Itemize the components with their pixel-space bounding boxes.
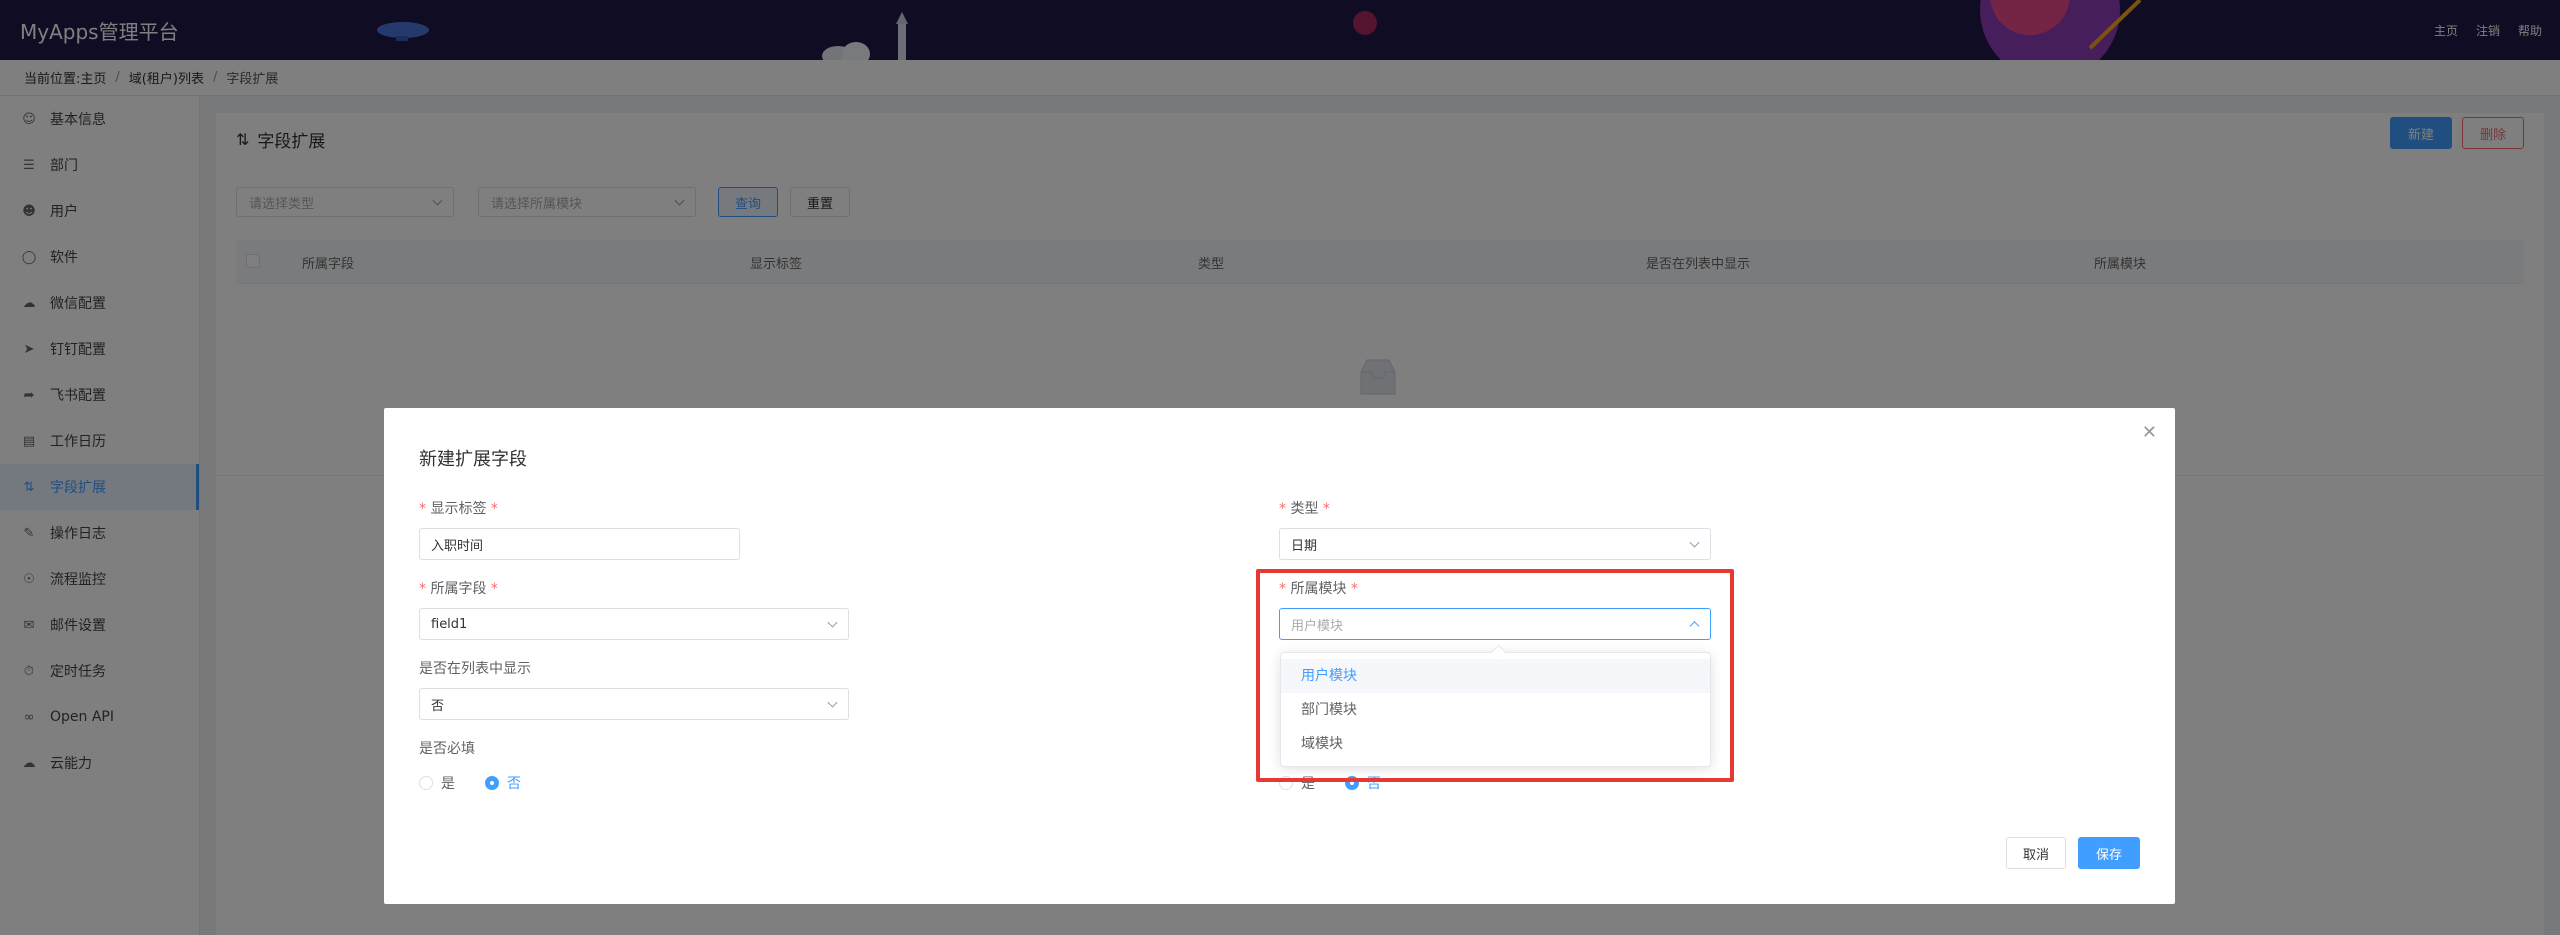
right-no-radio[interactable]: 否: [1345, 773, 1381, 793]
radio-label: 否: [1367, 776, 1381, 792]
required-star: *: [419, 501, 431, 517]
module-label-text: 所属模块: [1290, 581, 1347, 597]
chevron-up-icon: [1689, 621, 1700, 632]
chevron-down-icon: [827, 617, 838, 628]
display-label-value: 入职时间: [431, 538, 484, 554]
chevron-down-icon: [827, 697, 838, 708]
save-button[interactable]: 保存: [2078, 837, 2140, 869]
radio-label: 否: [507, 776, 521, 792]
right-radio-group: 是 否: [1279, 773, 1411, 793]
dropdown-option-domain-module[interactable]: 域模块: [1281, 727, 1710, 761]
required-label: 是否必填: [419, 741, 475, 757]
required-star: *: [486, 501, 498, 517]
required-star: *: [1346, 581, 1358, 597]
field-select[interactable]: field1: [419, 608, 849, 640]
field-select-value: field1: [431, 616, 468, 632]
radio-circle: [1279, 776, 1293, 790]
cancel-button[interactable]: 取消: [2006, 837, 2066, 869]
show-in-list-value: 否: [431, 698, 445, 714]
module-select-placeholder: 用户模块: [1291, 618, 1344, 634]
required-star: *: [1279, 581, 1291, 597]
radio-circle: [1345, 776, 1359, 790]
show-in-list-label: 是否在列表中显示: [419, 661, 531, 677]
radio-label: 是: [441, 776, 455, 792]
field-label: * 所属字段 *: [419, 578, 498, 598]
field-label-text: 所属字段: [430, 581, 487, 597]
radio-label: 是: [1301, 776, 1315, 792]
required-star: *: [1279, 501, 1291, 517]
type-label: * 类型 *: [1279, 498, 1330, 518]
required-star: *: [1318, 501, 1330, 517]
dropdown-option-user-module[interactable]: 用户模块: [1281, 659, 1710, 693]
required-star: *: [486, 581, 498, 597]
type-select-value: 日期: [1291, 538, 1318, 554]
required-radio-group: 是 否: [419, 773, 551, 793]
display-label-label: * 显示标签 *: [419, 498, 498, 518]
radio-circle: [485, 776, 499, 790]
radio-circle: [419, 776, 433, 790]
dialog-title: 新建扩展字段: [419, 449, 527, 470]
type-label-text: 类型: [1290, 501, 1319, 517]
required-star: *: [419, 581, 431, 597]
required-yes-radio[interactable]: 是: [419, 773, 455, 793]
right-yes-radio[interactable]: 是: [1279, 773, 1315, 793]
display-label-input[interactable]: 入职时间: [419, 528, 740, 560]
module-dropdown: 用户模块 部门模块 域模块: [1280, 652, 1711, 767]
close-icon[interactable]: ✕: [2142, 422, 2157, 443]
chevron-down-icon: [1689, 537, 1700, 548]
show-in-list-select[interactable]: 否: [419, 688, 849, 720]
required-no-radio[interactable]: 否: [485, 773, 521, 793]
module-select[interactable]: 用户模块: [1279, 608, 1711, 640]
type-select[interactable]: 日期: [1279, 528, 1711, 560]
module-label: * 所属模块 *: [1279, 578, 1358, 598]
display-label-text: 显示标签: [430, 501, 487, 517]
dropdown-option-department-module[interactable]: 部门模块: [1281, 693, 1710, 727]
